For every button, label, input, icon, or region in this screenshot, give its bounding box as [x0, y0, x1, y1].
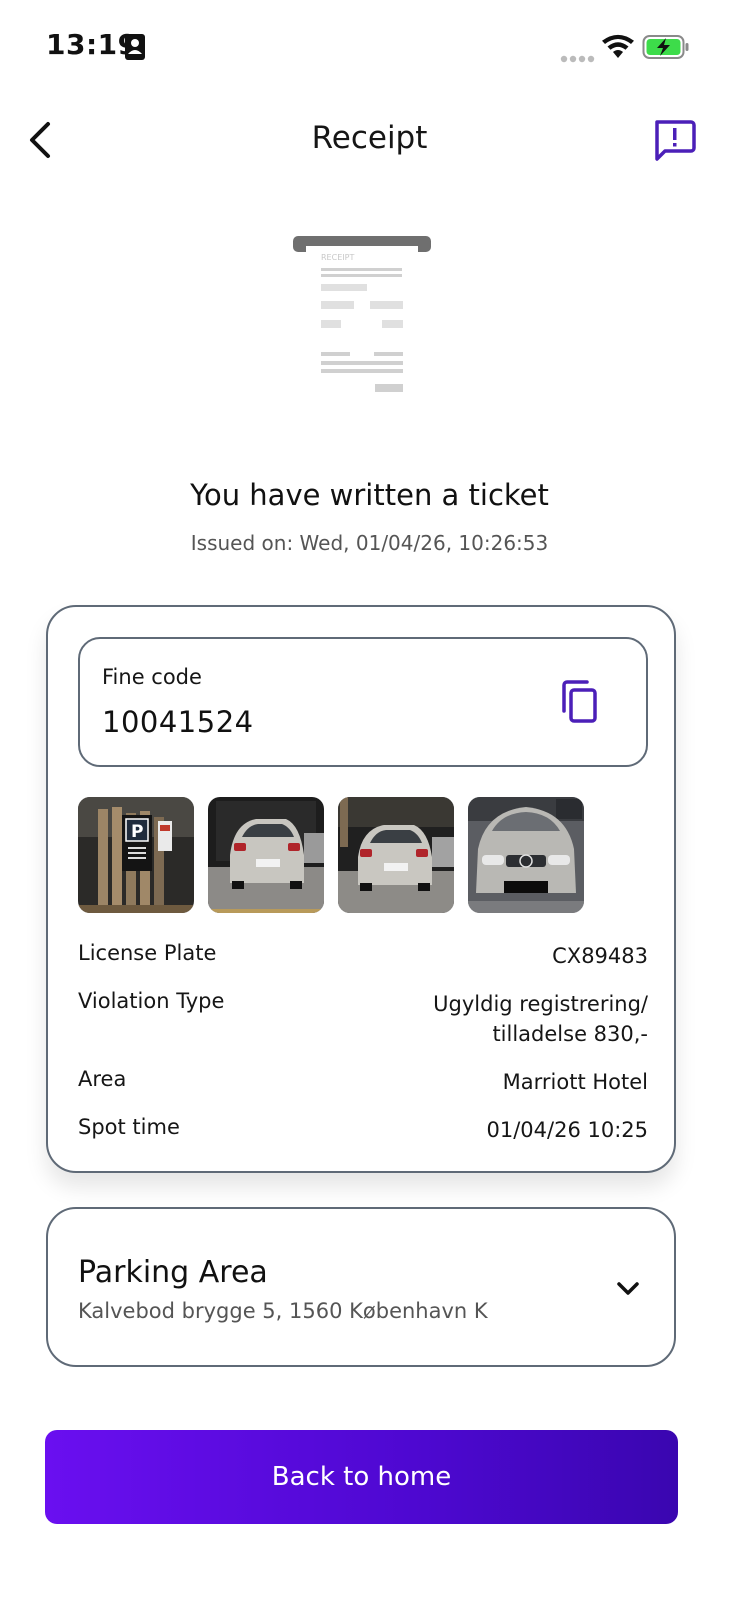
violation-type-value-line-1: Ugyldig registrering/ — [433, 992, 648, 1016]
license-plate-value: CX89483 — [552, 941, 648, 971]
fine-code-label: Fine code — [102, 665, 202, 689]
spot-time-value: 01/04/26 10:25 — [486, 1115, 648, 1145]
evidence-photo[interactable] — [338, 797, 454, 913]
contact-card-icon — [125, 34, 145, 60]
back-to-home-button[interactable]: Back to home — [45, 1430, 678, 1524]
receipt-label: RECEIPT — [321, 253, 354, 262]
evidence-photo[interactable] — [468, 797, 584, 913]
evidence-photo[interactable]: P — [78, 797, 194, 913]
license-plate-label: License Plate — [78, 941, 217, 965]
nav-bar: Receipt — [0, 100, 739, 180]
receipt-illustration: RECEIPT — [286, 232, 438, 400]
parking-area-card[interactable]: Parking Area Kalvebod brygge 5, 1560 Køb… — [46, 1207, 676, 1367]
chevron-down-icon[interactable] — [614, 1279, 642, 1299]
copy-icon[interactable] — [558, 679, 604, 727]
detail-row-license-plate: License Plate CX89483 — [78, 941, 648, 971]
evidence-photo[interactable] — [208, 797, 324, 913]
detail-row-area: Area Marriott Hotel — [78, 1067, 648, 1097]
spot-time-value-line: 01/04/26 10:25 — [486, 1118, 648, 1142]
wifi-icon — [601, 34, 635, 60]
license-plate-value-line: CX89483 — [552, 944, 648, 968]
battery-charging-icon — [642, 34, 690, 60]
detail-row-violation-type: Violation Type Ugyldig registrering/ til… — [78, 989, 648, 1053]
violation-type-label: Violation Type — [78, 989, 225, 1013]
page-title: Receipt — [311, 120, 428, 156]
parking-area-address: Kalvebod brygge 5, 1560 København K — [78, 1299, 488, 1323]
status-time: 13:19 — [46, 28, 138, 61]
parking-area-title: Parking Area — [78, 1255, 268, 1290]
ticket-title: You have written a ticket — [190, 478, 549, 512]
signal-dots-icon — [560, 48, 596, 63]
report-message-icon[interactable] — [652, 118, 696, 162]
violation-type-value: Ugyldig registrering/ tilladelse 830,- — [433, 989, 648, 1049]
fine-code-value: 10041524 — [102, 705, 254, 739]
fine-code-box: Fine code 10041524 — [78, 637, 648, 767]
detail-row-spot-time: Spot time 01/04/26 10:25 — [78, 1115, 648, 1145]
violation-type-value-line-2: tilladelse 830,- — [492, 1022, 648, 1046]
area-value-line: Marriott Hotel — [502, 1070, 648, 1094]
svg-text:P: P — [131, 822, 143, 842]
status-bar: 13:19 — [0, 0, 739, 96]
issued-on: Issued on: Wed, 01/04/26, 10:26:53 — [190, 531, 549, 555]
photo-strip: P — [78, 797, 638, 913]
area-label: Area — [78, 1067, 127, 1091]
ticket-card: Fine code 10041524 P License Plate CX894… — [46, 605, 676, 1173]
spot-time-label: Spot time — [78, 1115, 180, 1139]
area-value: Marriott Hotel — [503, 1067, 648, 1097]
